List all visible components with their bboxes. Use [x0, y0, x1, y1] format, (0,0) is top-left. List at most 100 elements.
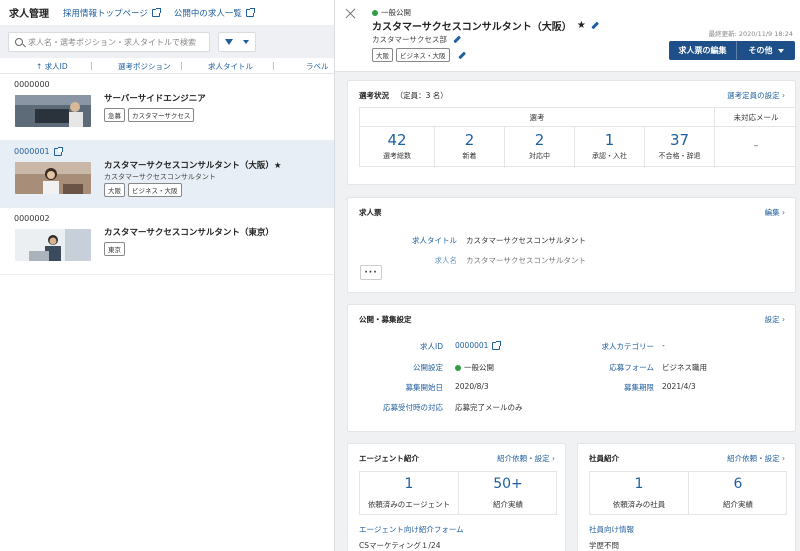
col-id[interactable]: ↑ 求人ID: [36, 61, 68, 72]
stat-hired[interactable]: 1 承認・入社: [575, 127, 645, 168]
card-heading: 公開・募集設定: [359, 315, 412, 324]
more-button[interactable]: その他: [737, 41, 795, 60]
selection-status-card: 選考状況 （定員：3 名） 選考定員の設定 選考 未対応メール 42選考総数 2…: [347, 80, 797, 185]
search-box[interactable]: [8, 32, 210, 52]
close-icon[interactable]: [345, 8, 356, 19]
col-separator: |: [90, 61, 93, 70]
publish-settings-card: 公開・募集設定 設定 求人ID 0000001 求人カテゴリー - 公開設定 一…: [347, 304, 796, 432]
expand-button[interactable]: ···: [360, 265, 382, 280]
card-heading: 選考状況 （定員：3 名）: [359, 91, 448, 100]
card-heading: 求人票: [359, 208, 382, 217]
job-tags: 東京: [104, 242, 125, 256]
col-title[interactable]: 求人タイトル: [208, 61, 253, 72]
external-link-icon: [53, 146, 63, 156]
agent-results: 50+: [493, 476, 523, 492]
detail-header: 一般公開 カスタマーサクセスコンサルタント（大阪） ★ カスタマーサクセス部 大…: [335, 0, 800, 72]
filter-button[interactable]: [218, 32, 256, 52]
form-label: 応募フォーム: [609, 363, 654, 372]
department: カスタマーサクセス部: [372, 34, 461, 45]
edit-pencil-icon[interactable]: [453, 35, 461, 44]
employee-info-label: 社員向け情報: [589, 525, 634, 534]
public-jobs-link[interactable]: 公開中の求人一覧: [174, 7, 255, 19]
job-thumbnail: [15, 162, 91, 194]
filter-icon: [225, 39, 233, 45]
employee-request-link[interactable]: 紹介依頼・設定: [727, 453, 785, 464]
chevron-down-icon: [243, 40, 249, 44]
table-row[interactable]: 0000001 カスタマーサクセスコンサルタント（大阪）★ カスタマーサクセスコ…: [0, 141, 334, 208]
chevron-down-icon: [777, 48, 784, 53]
search-input[interactable]: [28, 37, 198, 47]
employee-stats: 1 依頼済みの社員 6 紹介実績: [589, 471, 787, 515]
agent-count-label: 依頼済みのエージェント: [367, 500, 451, 509]
name-value: カスタマーサクセスコンサルタント: [466, 256, 586, 265]
employee-referral-card: 社員紹介 紹介依頼・設定 1 依頼済みの社員 6 紹介実績 社員向け情報 学歴不…: [577, 443, 796, 551]
edit-jobsheet-button[interactable]: 求人票の編集: [669, 41, 737, 60]
external-link-icon: [245, 7, 255, 17]
col-label[interactable]: ラベル: [306, 61, 329, 72]
job-title: カスタマーサクセスコンサルタント（東京）: [104, 228, 274, 238]
search-icon: [15, 38, 23, 46]
job-list-panel: 求人管理 採用情報トップページ 公開中の求人一覧 ↑ 求人ID | 選考ポジショ…: [0, 0, 334, 551]
header-buttons: 求人票の編集 その他: [669, 41, 795, 60]
job-id-link[interactable]: 0000001: [455, 340, 502, 350]
agent-form-value: CSマーケティング１/24: [359, 541, 441, 550]
edit-pencil-icon[interactable]: [591, 21, 599, 30]
stat-unhandled: –: [753, 141, 759, 151]
tag: 大阪: [372, 48, 393, 62]
job-tags: 大阪 ビジネス・大阪: [104, 183, 182, 197]
publish-status: 一般公開: [372, 7, 411, 18]
table-row[interactable]: 0000002 カスタマーサクセスコンサルタント（東京） 東京: [0, 208, 334, 275]
response-value: 応募完了メールのみ: [455, 403, 523, 412]
job-id: 0000000: [14, 80, 50, 89]
jobsheet-edit-link[interactable]: 編集: [765, 207, 785, 218]
unhandled-mail-label: 未対応メール: [715, 108, 797, 127]
tag: 大阪: [104, 183, 125, 197]
status-dot-icon: [455, 364, 461, 371]
col-separator: |: [180, 61, 183, 70]
card-heading: 社員紹介: [589, 454, 619, 463]
table-row[interactable]: 0000000 サーバーサイドエンジニア 急募 カスタマーサクセス: [0, 74, 334, 141]
stat-rejected[interactable]: 37 不合格・辞退: [645, 127, 715, 168]
recruit-top-link[interactable]: 採用情報トップページ: [63, 7, 161, 19]
detail-title: カスタマーサクセスコンサルタント（大阪） ★: [372, 18, 599, 33]
job-id-label: 求人ID: [420, 342, 443, 351]
edit-pencil-icon[interactable]: [457, 51, 466, 59]
end-date-value: 2021/4/3: [662, 382, 696, 391]
jobsheet-card: 求人票 編集 求人タイトル カスタマーサクセスコンサルタント 求人名 カスタマー…: [347, 197, 796, 293]
publish-setting-label: 公開設定: [413, 363, 443, 372]
tag: ビジネス・大阪: [128, 183, 182, 197]
col-position[interactable]: 選考ポジション: [118, 61, 171, 72]
job-tags: 急募 カスタマーサクセス: [104, 108, 195, 122]
job-detail-panel: 一般公開 カスタマーサクセスコンサルタント（大阪） ★ カスタマーサクセス部 大…: [334, 0, 800, 551]
external-link-icon: [151, 7, 161, 17]
job-position: カスタマーサクセスコンサルタント: [104, 173, 216, 181]
agent-request-link[interactable]: 紹介依頼・設定: [497, 453, 555, 464]
col-separator: |: [272, 61, 275, 70]
star-icon[interactable]: ★: [577, 20, 586, 31]
publish-setting-value: 一般公開: [455, 362, 494, 373]
stat-in-progress[interactable]: 2 対応中: [505, 127, 575, 168]
tag: 急募: [104, 108, 125, 122]
job-title: カスタマーサクセスコンサルタント（大阪）★: [104, 161, 282, 171]
title-value: カスタマーサクセスコンサルタント: [466, 236, 586, 245]
tag: カスタマーサクセス: [128, 108, 195, 122]
form-value: ビジネス職用: [662, 363, 707, 372]
detail-tags: 大阪 ビジネス・大阪: [372, 48, 466, 62]
card-heading: エージェント紹介: [359, 454, 419, 463]
employee-results: 6: [733, 476, 743, 492]
agent-count: 1: [404, 476, 414, 492]
external-link-icon: [492, 340, 502, 350]
employee-count-label: 依頼済みの社員: [612, 500, 666, 509]
employee-results-label: 紹介実績: [723, 500, 753, 509]
employee-info-value: 学歴不問: [589, 541, 619, 550]
start-date-value: 2020/8/3: [455, 382, 489, 391]
publish-settings-link[interactable]: 設定: [765, 314, 785, 325]
job-id-link[interactable]: 0000001: [14, 146, 63, 156]
job-id: 0000002: [14, 214, 50, 223]
stat-new[interactable]: 2 新着: [435, 127, 505, 168]
capacity-settings-link[interactable]: 選考定員の設定: [727, 90, 785, 101]
name-label: 求人名: [434, 256, 458, 265]
response-label: 応募受付時の対応: [383, 403, 443, 412]
stat-total[interactable]: 42 選考総数: [360, 127, 435, 168]
status-dot-icon: [372, 9, 378, 16]
